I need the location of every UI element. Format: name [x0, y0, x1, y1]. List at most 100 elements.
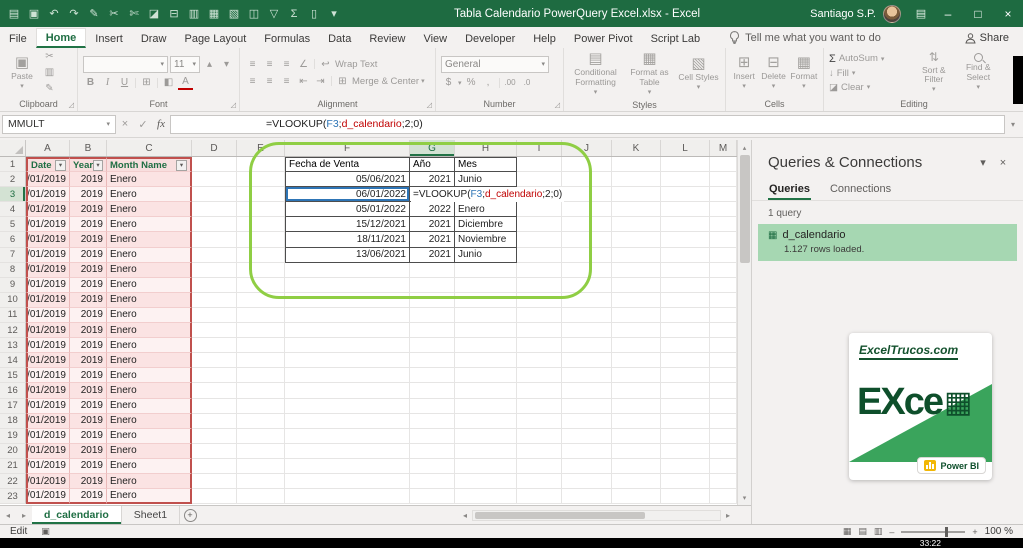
- freeze-panes-icon[interactable]: ◫: [244, 0, 264, 27]
- enter-formula-button[interactable]: ✓: [134, 115, 152, 134]
- cell-E11[interactable]: [237, 308, 285, 323]
- cell-L17[interactable]: [661, 399, 710, 414]
- crop-icon[interactable]: ✄: [124, 0, 144, 27]
- ribbon-tab-view[interactable]: View: [414, 30, 456, 48]
- align-right-icon[interactable]: ≡: [279, 74, 294, 88]
- cell-D8[interactable]: [192, 263, 237, 278]
- cell-C2[interactable]: Enero: [107, 172, 192, 187]
- cell-D20[interactable]: [192, 444, 237, 459]
- find-select-button[interactable]: Find & Select ▾: [958, 53, 999, 92]
- cell-E23[interactable]: [237, 489, 285, 504]
- zoom-in-icon[interactable]: +: [972, 527, 977, 537]
- cell-D17[interactable]: [192, 399, 237, 414]
- row-header-17[interactable]: 17: [0, 399, 26, 414]
- cell-M22[interactable]: [710, 474, 737, 489]
- cell-H11[interactable]: [455, 308, 517, 323]
- accounting-format-icon[interactable]: $: [441, 76, 456, 90]
- ribbon-tab-power-pivot[interactable]: Power Pivot: [565, 30, 642, 48]
- cell-F19[interactable]: [285, 429, 410, 444]
- cell-E19[interactable]: [237, 429, 285, 444]
- cell-G19[interactable]: [410, 429, 455, 444]
- cell-H14[interactable]: [455, 353, 517, 368]
- cell-H7[interactable]: Junio: [455, 248, 517, 263]
- percent-style-icon[interactable]: %: [464, 76, 479, 90]
- cell-C4[interactable]: Enero: [107, 202, 192, 217]
- cell-E13[interactable]: [237, 338, 285, 353]
- row-header-10[interactable]: 10: [0, 293, 26, 308]
- align-center-icon[interactable]: ≡: [262, 74, 277, 88]
- cell-J9[interactable]: [562, 278, 612, 293]
- cell-M2[interactable]: [710, 172, 737, 187]
- row-header-2[interactable]: 2: [0, 172, 26, 187]
- cell-J17[interactable]: [562, 399, 612, 414]
- normal-view-icon[interactable]: ▦: [843, 526, 852, 537]
- increase-decimal-icon[interactable]: .00: [503, 76, 518, 90]
- delete-dropdown-icon[interactable]: ▾: [772, 83, 776, 91]
- cell-F22[interactable]: [285, 474, 410, 489]
- merge-center-label[interactable]: Merge & Center: [352, 76, 419, 87]
- copy-icon[interactable]: ▥: [184, 0, 204, 27]
- align-bottom-icon[interactable]: ≡: [279, 57, 294, 71]
- query-item[interactable]: ▦ d_calendario 1.127 rows loaded.: [758, 224, 1017, 261]
- cell-A7[interactable]: 06/01/2019: [26, 248, 70, 263]
- cell-E21[interactable]: [237, 459, 285, 474]
- cell-A19[interactable]: 18/01/2019: [26, 429, 70, 444]
- horizontal-scrollbar[interactable]: ◂ ▸: [458, 509, 735, 522]
- cell-J20[interactable]: [562, 444, 612, 459]
- row-header-6[interactable]: 6: [0, 232, 26, 247]
- cell-F1[interactable]: Fecha de Venta: [285, 157, 410, 172]
- cell-M13[interactable]: [710, 338, 737, 353]
- align-left-icon[interactable]: ≡: [245, 74, 260, 88]
- cell-J2[interactable]: [562, 172, 612, 187]
- cell-F16[interactable]: [285, 383, 410, 398]
- insert-dropdown-icon[interactable]: ▾: [742, 83, 746, 91]
- undo-icon[interactable]: ↶: [44, 0, 64, 27]
- cell-A17[interactable]: 16/01/2019: [26, 399, 70, 414]
- cell-L4[interactable]: [661, 202, 710, 217]
- save-icon[interactable]: ▣: [24, 0, 44, 27]
- cell-D9[interactable]: [192, 278, 237, 293]
- cell-G9[interactable]: [410, 278, 455, 293]
- cell-L8[interactable]: [661, 263, 710, 278]
- row-header-20[interactable]: 20: [0, 444, 26, 459]
- cell-K23[interactable]: [612, 489, 661, 504]
- cell-M12[interactable]: [710, 323, 737, 338]
- cell-A16[interactable]: 15/01/2019: [26, 383, 70, 398]
- cell-B7[interactable]: 2019: [70, 248, 107, 263]
- cell-H19[interactable]: [455, 429, 517, 444]
- cell-E20[interactable]: [237, 444, 285, 459]
- cell-C6[interactable]: Enero: [107, 232, 192, 247]
- ribbon-tab-developer[interactable]: Developer: [456, 30, 524, 48]
- cell-L15[interactable]: [661, 368, 710, 383]
- cell-H22[interactable]: [455, 474, 517, 489]
- cell-G10[interactable]: [410, 293, 455, 308]
- cell-K17[interactable]: [612, 399, 661, 414]
- cell-E5[interactable]: [237, 217, 285, 232]
- scroll-down-icon[interactable]: ▾: [738, 490, 751, 505]
- column-header-H[interactable]: H: [455, 140, 517, 156]
- cell-F6[interactable]: 18/11/2021: [285, 232, 410, 247]
- borders-button[interactable]: ⊞: [139, 76, 154, 90]
- cell-G21[interactable]: [410, 459, 455, 474]
- column-header-F[interactable]: F: [285, 140, 410, 156]
- cell-M8[interactable]: [710, 263, 737, 278]
- cell-D22[interactable]: [192, 474, 237, 489]
- cell-I19[interactable]: [517, 429, 562, 444]
- cell-I6[interactable]: [517, 232, 562, 247]
- cell-D14[interactable]: [192, 353, 237, 368]
- cell-M1[interactable]: [710, 157, 737, 172]
- cut-icon[interactable]: ✂: [104, 0, 124, 27]
- fill-color-button[interactable]: ◧: [161, 76, 176, 90]
- cell-I12[interactable]: [517, 323, 562, 338]
- cell-B16[interactable]: 2019: [70, 383, 107, 398]
- conditional-formatting-dropdown-icon[interactable]: ▾: [594, 89, 598, 97]
- cell-M4[interactable]: [710, 202, 737, 217]
- cell-I18[interactable]: [517, 414, 562, 429]
- cell-D3[interactable]: [192, 187, 237, 202]
- align-top-icon[interactable]: ≡: [245, 57, 260, 71]
- cell-M6[interactable]: [710, 232, 737, 247]
- cell-J8[interactable]: [562, 263, 612, 278]
- select-all-button[interactable]: [0, 140, 26, 156]
- table-icon[interactable]: ▦: [204, 0, 224, 27]
- cell-F10[interactable]: [285, 293, 410, 308]
